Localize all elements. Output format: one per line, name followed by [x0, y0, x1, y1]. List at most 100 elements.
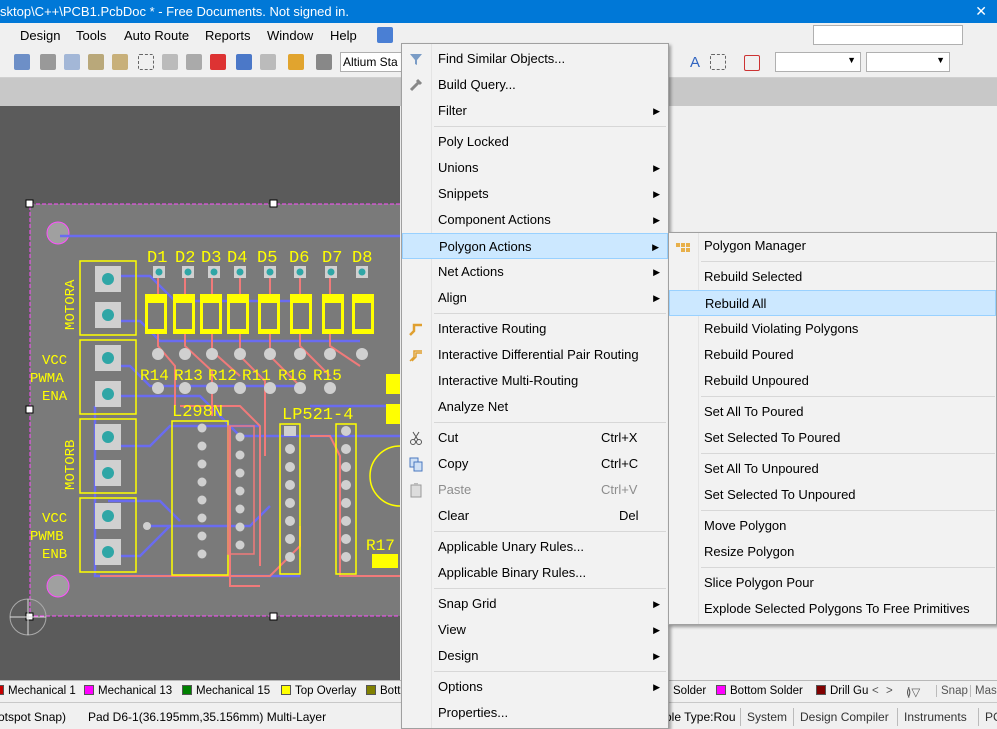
select-area-icon[interactable] — [138, 54, 154, 70]
menu-unions[interactable]: Unions ▶ — [402, 155, 668, 181]
submenu-resize-polygon[interactable]: Resize Polygon — [669, 539, 996, 565]
move-icon[interactable] — [162, 54, 178, 70]
menu-design[interactable]: Design ▶ — [402, 643, 668, 669]
menu-build-query[interactable]: Build Query... — [402, 72, 668, 98]
menu-reports[interactable]: Reports — [205, 28, 251, 43]
submenu-set-selected-to-poured[interactable]: Set Selected To Poured — [669, 425, 996, 451]
layer-scroll-right-icon[interactable]: > — [886, 685, 893, 697]
rubber-stamp-icon[interactable] — [112, 54, 128, 70]
layer-filter-icon[interactable]: ≬▽ — [906, 685, 920, 699]
variant-dropdown[interactable]: ▼ — [866, 52, 950, 72]
submenu-explode-selected-polygons[interactable]: Explode Selected Polygons To Free Primit… — [669, 596, 996, 622]
layer-tab-mechanical-13[interactable]: Mechanical 13 — [84, 685, 172, 697]
dimension-icon[interactable] — [710, 54, 726, 70]
menu-window[interactable]: Window — [267, 28, 313, 43]
menu-poly-locked[interactable]: Poly Locked — [402, 129, 668, 155]
altium-standard-dropdown[interactable]: Altium Sta — [340, 52, 402, 72]
clear-icon[interactable] — [210, 54, 226, 70]
browse-icon[interactable] — [316, 54, 332, 70]
menu-net-actions[interactable]: Net Actions ▶ — [402, 259, 668, 285]
panel-tab-pcb[interactable]: PC — [978, 708, 997, 726]
layer-tab-bottom-overlay[interactable]: Bott — [366, 685, 400, 697]
menu-snap-grid[interactable]: Snap Grid ▶ — [402, 591, 668, 617]
submenu-set-all-to-poured[interactable]: Set All To Poured — [669, 399, 996, 425]
layer-tab-mechanical-1[interactable]: Mechanical 1 — [0, 685, 76, 697]
menu-applicable-binary-rules[interactable]: Applicable Binary Rules... — [402, 560, 668, 586]
menu-interactive-routing[interactable]: Interactive Routing — [402, 316, 668, 342]
layer-scroll-left-icon[interactable]: < — [872, 685, 879, 697]
submenu-rebuild-violating-polygons[interactable]: Rebuild Violating Polygons — [669, 316, 996, 342]
layer-set-dropdown[interactable]: ▼ — [775, 52, 861, 72]
menu-label: Options — [438, 679, 483, 694]
highlight-icon[interactable] — [288, 54, 304, 70]
menubar-dropdown[interactable] — [813, 25, 963, 45]
menu-interactive-diff-pair-routing[interactable]: Interactive Differential Pair Routing — [402, 342, 668, 368]
menu-copy[interactable]: Copy Ctrl+C — [402, 451, 668, 477]
menu-interactive-multi-routing[interactable]: Interactive Multi-Routing — [402, 368, 668, 394]
menu-filter[interactable]: Filter ▶ — [402, 98, 668, 124]
menu-separator — [701, 453, 995, 454]
menu-polygon-actions[interactable]: Polygon Actions ▶ — [402, 233, 668, 259]
menu-label: Copy — [438, 456, 469, 471]
drc-icon[interactable] — [744, 55, 760, 71]
layer-tab-mechanical-15[interactable]: Mechanical 15 — [182, 685, 270, 697]
copy-icon — [409, 457, 423, 472]
layer-tab-top-overlay[interactable]: Top Overlay — [281, 685, 356, 697]
submenu-move-polygon[interactable]: Move Polygon — [669, 513, 996, 539]
menu-options[interactable]: Options ▶ — [402, 674, 668, 700]
submenu-set-all-to-unpoured[interactable]: Set All To Unpoured — [669, 456, 996, 482]
layer-swatch — [366, 685, 376, 695]
undo-icon[interactable] — [236, 54, 252, 70]
panel-tab-system[interactable]: System — [740, 708, 793, 726]
menu-find-similar-objects[interactable]: Find Similar Objects... — [402, 46, 668, 72]
menu-label: Rebuild All — [705, 296, 767, 311]
submenu-polygon-manager[interactable]: Polygon Manager — [669, 233, 996, 259]
submenu-slice-polygon-pour[interactable]: Slice Polygon Pour — [669, 570, 996, 596]
designator: D7 — [322, 249, 342, 268]
panel-tab-instruments[interactable]: Instruments — [897, 708, 973, 726]
menu-properties[interactable]: Properties... — [402, 700, 668, 726]
menu-shortcut: Del — [619, 508, 639, 523]
menu-separator — [434, 531, 666, 532]
mask-level-button[interactable]: Mas — [970, 685, 997, 697]
pcb-canvas[interactable]: MOTORA VCC PWMA ENA MOTORB VCC PWMB ENB — [0, 106, 400, 680]
menu-snippets[interactable]: Snippets ▶ — [402, 181, 668, 207]
redo-icon[interactable] — [260, 54, 276, 70]
menu-label: Poly Locked — [438, 134, 509, 149]
menu-component-actions[interactable]: Component Actions ▶ — [402, 207, 668, 233]
copy-tool-icon[interactable] — [64, 54, 80, 70]
text-tool-icon[interactable]: A — [690, 54, 700, 71]
menu-align[interactable]: Align ▶ — [402, 285, 668, 311]
submenu-rebuild-selected[interactable]: Rebuild Selected — [669, 264, 996, 290]
menu-auto-route[interactable]: Auto Route — [124, 28, 189, 43]
silk-label: VCC — [42, 511, 67, 527]
snap-button[interactable]: Snap — [936, 685, 968, 697]
submenu-set-selected-to-unpoured[interactable]: Set Selected To Unpoured — [669, 482, 996, 508]
menu-label: Move Polygon — [704, 518, 787, 533]
menu-design[interactable]: Design — [20, 28, 60, 43]
menu-analyze-net[interactable]: Analyze Net — [402, 394, 668, 420]
menu-clear[interactable]: Clear Del — [402, 503, 668, 529]
route-tool-icon[interactable] — [377, 27, 393, 43]
layer-tab-top-solder[interactable]: Solder — [673, 685, 706, 697]
submenu-rebuild-poured[interactable]: Rebuild Poured — [669, 342, 996, 368]
close-icon[interactable]: ✕ — [975, 0, 987, 23]
menu-paste[interactable]: Paste Ctrl+V — [402, 477, 668, 503]
menu-separator — [701, 567, 995, 568]
menu-tools[interactable]: Tools — [76, 28, 106, 43]
submenu-rebuild-all[interactable]: Rebuild All — [669, 290, 996, 316]
menu-view[interactable]: View ▶ — [402, 617, 668, 643]
panel-tab-design-compiler[interactable]: Design Compiler — [793, 708, 895, 726]
menu-help[interactable]: Help — [330, 28, 357, 43]
deselect-icon[interactable] — [186, 54, 202, 70]
submenu-arrow-icon: ▶ — [653, 215, 660, 225]
layer-tab-bottom-solder[interactable]: Bottom Solder — [716, 685, 803, 697]
menu-applicable-unary-rules[interactable]: Applicable Unary Rules... — [402, 534, 668, 560]
paste-tool-icon[interactable] — [88, 54, 104, 70]
menu-cut[interactable]: Cut Ctrl+X — [402, 425, 668, 451]
layer-tab-drill-guide[interactable]: Drill Gu — [816, 685, 868, 697]
submenu-rebuild-unpoured[interactable]: Rebuild Unpoured — [669, 368, 996, 394]
cut-tool-icon[interactable] — [40, 54, 56, 70]
silk-label: MOTORA — [63, 279, 79, 330]
wire-icon[interactable] — [14, 54, 30, 70]
